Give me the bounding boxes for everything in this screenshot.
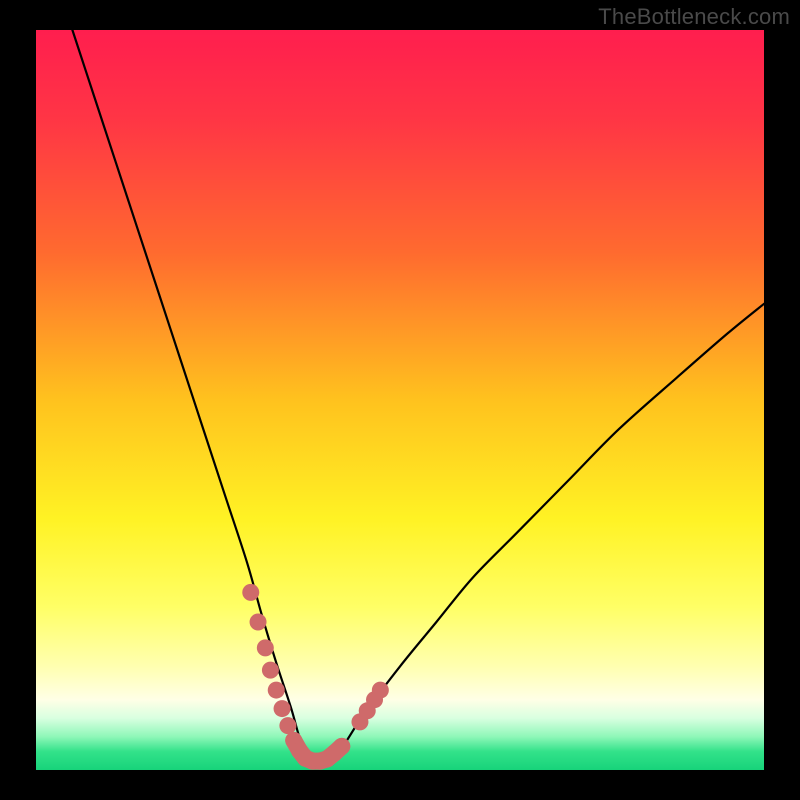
chart-stage: TheBottleneck.com	[0, 0, 800, 800]
valley-marker-dot	[333, 738, 350, 755]
valley-marker-dot	[372, 682, 389, 699]
valley-marker-dot	[274, 700, 291, 717]
watermark-text: TheBottleneck.com	[598, 4, 790, 30]
valley-marker-dot	[268, 682, 285, 699]
valley-marker-dot	[242, 584, 259, 601]
valley-marker-dot	[250, 614, 267, 631]
valley-marker-dot	[262, 662, 279, 679]
bottleneck-chart	[0, 0, 800, 800]
plot-background	[36, 30, 764, 770]
valley-marker-dot	[279, 717, 296, 734]
valley-marker-dot	[257, 639, 274, 656]
